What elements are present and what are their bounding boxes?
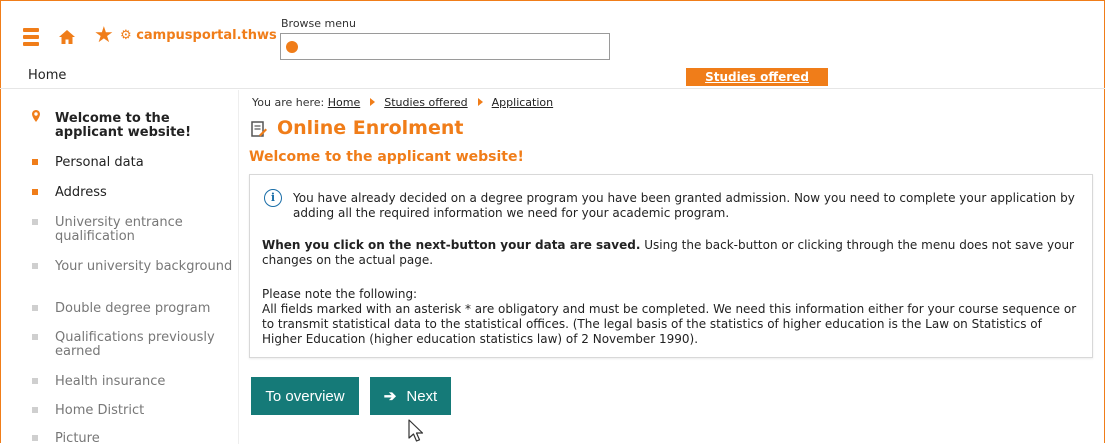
breadcrumb-application-link[interactable]: Application [492, 96, 553, 109]
bullet-icon [32, 407, 38, 413]
chevron-right-icon [477, 98, 483, 106]
browse-menu-input[interactable] [280, 33, 610, 60]
info-paragraph-4: All fields marked with an asterisk * are… [262, 302, 1077, 346]
info-icon: i [264, 189, 282, 207]
search-icon [286, 41, 298, 53]
sidebar-item-label: Welcome to the applicant website! [55, 111, 192, 140]
header: ★ ⚙ campusportal.thws Browse menu [0, 0, 1105, 64]
info-bold-text: When you click on the next-button your d… [262, 238, 641, 252]
sidebar-item-label: Qualifications previously earned [55, 330, 215, 359]
gear-icon: ⚙ [120, 28, 132, 43]
breadcrumb-home-link[interactable]: Home [328, 96, 360, 109]
brand-text: campusportal.thws [136, 28, 277, 43]
top-nav-row: Home [0, 64, 1105, 89]
bullet-icon [32, 378, 38, 384]
bullet-icon [32, 159, 38, 165]
sidebar: Welcome to the applicant website! Person… [0, 90, 239, 446]
bullet-icon [32, 219, 38, 225]
page-subtitle: Welcome to the applicant website! [249, 149, 524, 165]
info-paragraph-2: When you click on the next-button your d… [262, 238, 1082, 268]
home-icon[interactable] [58, 28, 76, 46]
bullet-icon [32, 435, 38, 441]
info-box: i You have already decided on a degree p… [249, 174, 1093, 358]
sidebar-item-label: Home District [55, 403, 145, 418]
nav-home-link[interactable]: Home [28, 68, 66, 83]
bullet-icon [32, 189, 38, 195]
mouse-cursor-icon [408, 419, 424, 442]
browse-menu-label: Browse menu [281, 17, 356, 30]
sidebar-item-label: Personal data [55, 155, 144, 170]
next-button-label: Next [406, 388, 438, 405]
star-icon[interactable]: ★ [94, 25, 114, 47]
to-overview-button[interactable]: To overview [251, 377, 359, 415]
sidebar-item-label: Health insurance [55, 374, 166, 389]
menu-icon[interactable] [23, 28, 39, 46]
sidebar-item-label: Your university background [55, 259, 233, 274]
breadcrumb: You are here: Home Studies offered Applica… [252, 96, 553, 109]
sidebar-item-label: Double degree program [55, 301, 211, 316]
bullet-icon [32, 305, 38, 311]
sidebar-item-label: University entrance qualification [55, 215, 183, 244]
bullet-icon [32, 263, 38, 269]
bullet-icon [32, 334, 38, 340]
info-paragraph-3: Please note the following: [262, 287, 418, 301]
next-button[interactable]: ➔ Next [370, 377, 451, 415]
page-title: Online Enrolment [277, 117, 464, 139]
tab-studies-offered[interactable]: Studies offered [686, 68, 828, 86]
location-pin-icon [32, 110, 40, 122]
brand-logo[interactable]: ⚙ campusportal.thws [120, 28, 277, 43]
breadcrumb-prefix: You are here: [252, 96, 325, 109]
edit-form-icon [251, 121, 267, 137]
sidebar-item-label: Address [55, 185, 107, 200]
chevron-right-icon [370, 98, 376, 106]
breadcrumb-studies-link[interactable]: Studies offered [384, 96, 467, 109]
arrow-right-icon: ➔ [383, 388, 397, 405]
info-paragraph-1: You have already decided on a degree pro… [293, 191, 1075, 220]
